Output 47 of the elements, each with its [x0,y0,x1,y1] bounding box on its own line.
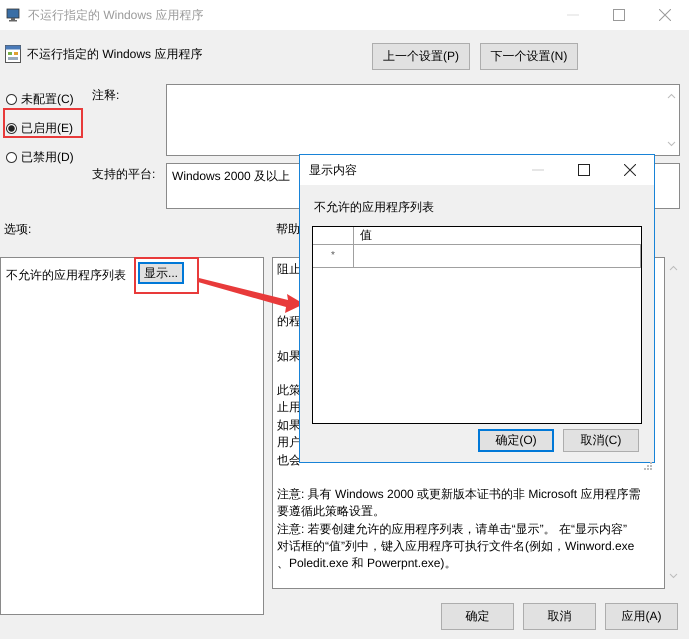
help-text: 如果 [277,416,301,434]
radio-button[interactable] [6,152,17,162]
scroll-down-icon[interactable] [669,573,678,579]
help-text: 此策 [277,382,301,399]
setting-nav-button[interactable]: 上一个设置(P) [372,43,470,70]
help-text: 要遵循此策略设置。 [277,503,385,520]
scroll-down-icon[interactable] [666,141,676,147]
policy-icon [5,45,21,63]
dialog-button[interactable]: 取消(C) [563,429,639,452]
comment-field[interactable] [166,84,680,156]
window-app-icon [6,7,22,23]
platform-value: Windows 2000 及以上 [171,168,292,185]
scroll-up-icon[interactable] [669,265,678,271]
maximize-icon[interactable] [578,164,590,176]
value-cell[interactable] [354,245,641,268]
resize-grip-icon[interactable] [644,462,652,470]
list-label: 不允许的应用程序列表 [314,199,435,216]
section-label: 帮助 [276,220,300,238]
close-icon[interactable] [624,164,636,176]
option-label: 不允许的应用程序列表 [6,267,126,284]
dialog-button[interactable]: 确定 [441,603,514,630]
help-text: 、Poledit.exe 和 Powerpnt.exe)。 [277,555,456,572]
help-text: 注意: 若要创建允许的应用程序列表，请单击“显示”。 在“显示内容” [277,520,627,538]
dialog-title: 显示内容 [309,162,357,178]
section-label: 选项: [4,220,32,238]
row-header-cell [313,227,354,245]
highlight-box [134,257,199,294]
column-header[interactable]: 值 [354,227,641,245]
help-text: 注意: 具有 Windows 2000 或更新版本证书的非 Microsoft 应用程序需 [277,486,640,503]
help-text: 阻止 [277,261,301,278]
radio-option[interactable]: 已禁用(D) [6,147,74,167]
dialog-button[interactable]: 应用(A) [605,603,678,630]
show-button[interactable]: 显示... [138,262,184,284]
radio-button[interactable] [6,122,17,134]
field-label: 支持的平台: [92,166,156,183]
radio-option[interactable]: 未配置(C) [6,89,74,109]
setting-nav-button[interactable]: 下一个设置(N) [480,43,578,70]
help-text: 如果 [277,348,301,365]
window-title: 不运行指定的 Windows 应用程序 [28,6,204,24]
radio-option[interactable]: 已启用(E) [6,118,73,138]
policy-title: 不运行指定的 Windows 应用程序 [27,46,202,62]
scroll-up-icon[interactable] [666,93,676,99]
radio-button[interactable] [6,94,17,104]
help-text: 对话框的“值”列中，键入应用程序可执行文件名(例如，Winword.exe [277,538,634,556]
field-label: 注释: [92,87,120,104]
dialog-button[interactable]: 取消 [523,603,596,630]
dialog-button[interactable]: 确定(O) [478,429,554,452]
